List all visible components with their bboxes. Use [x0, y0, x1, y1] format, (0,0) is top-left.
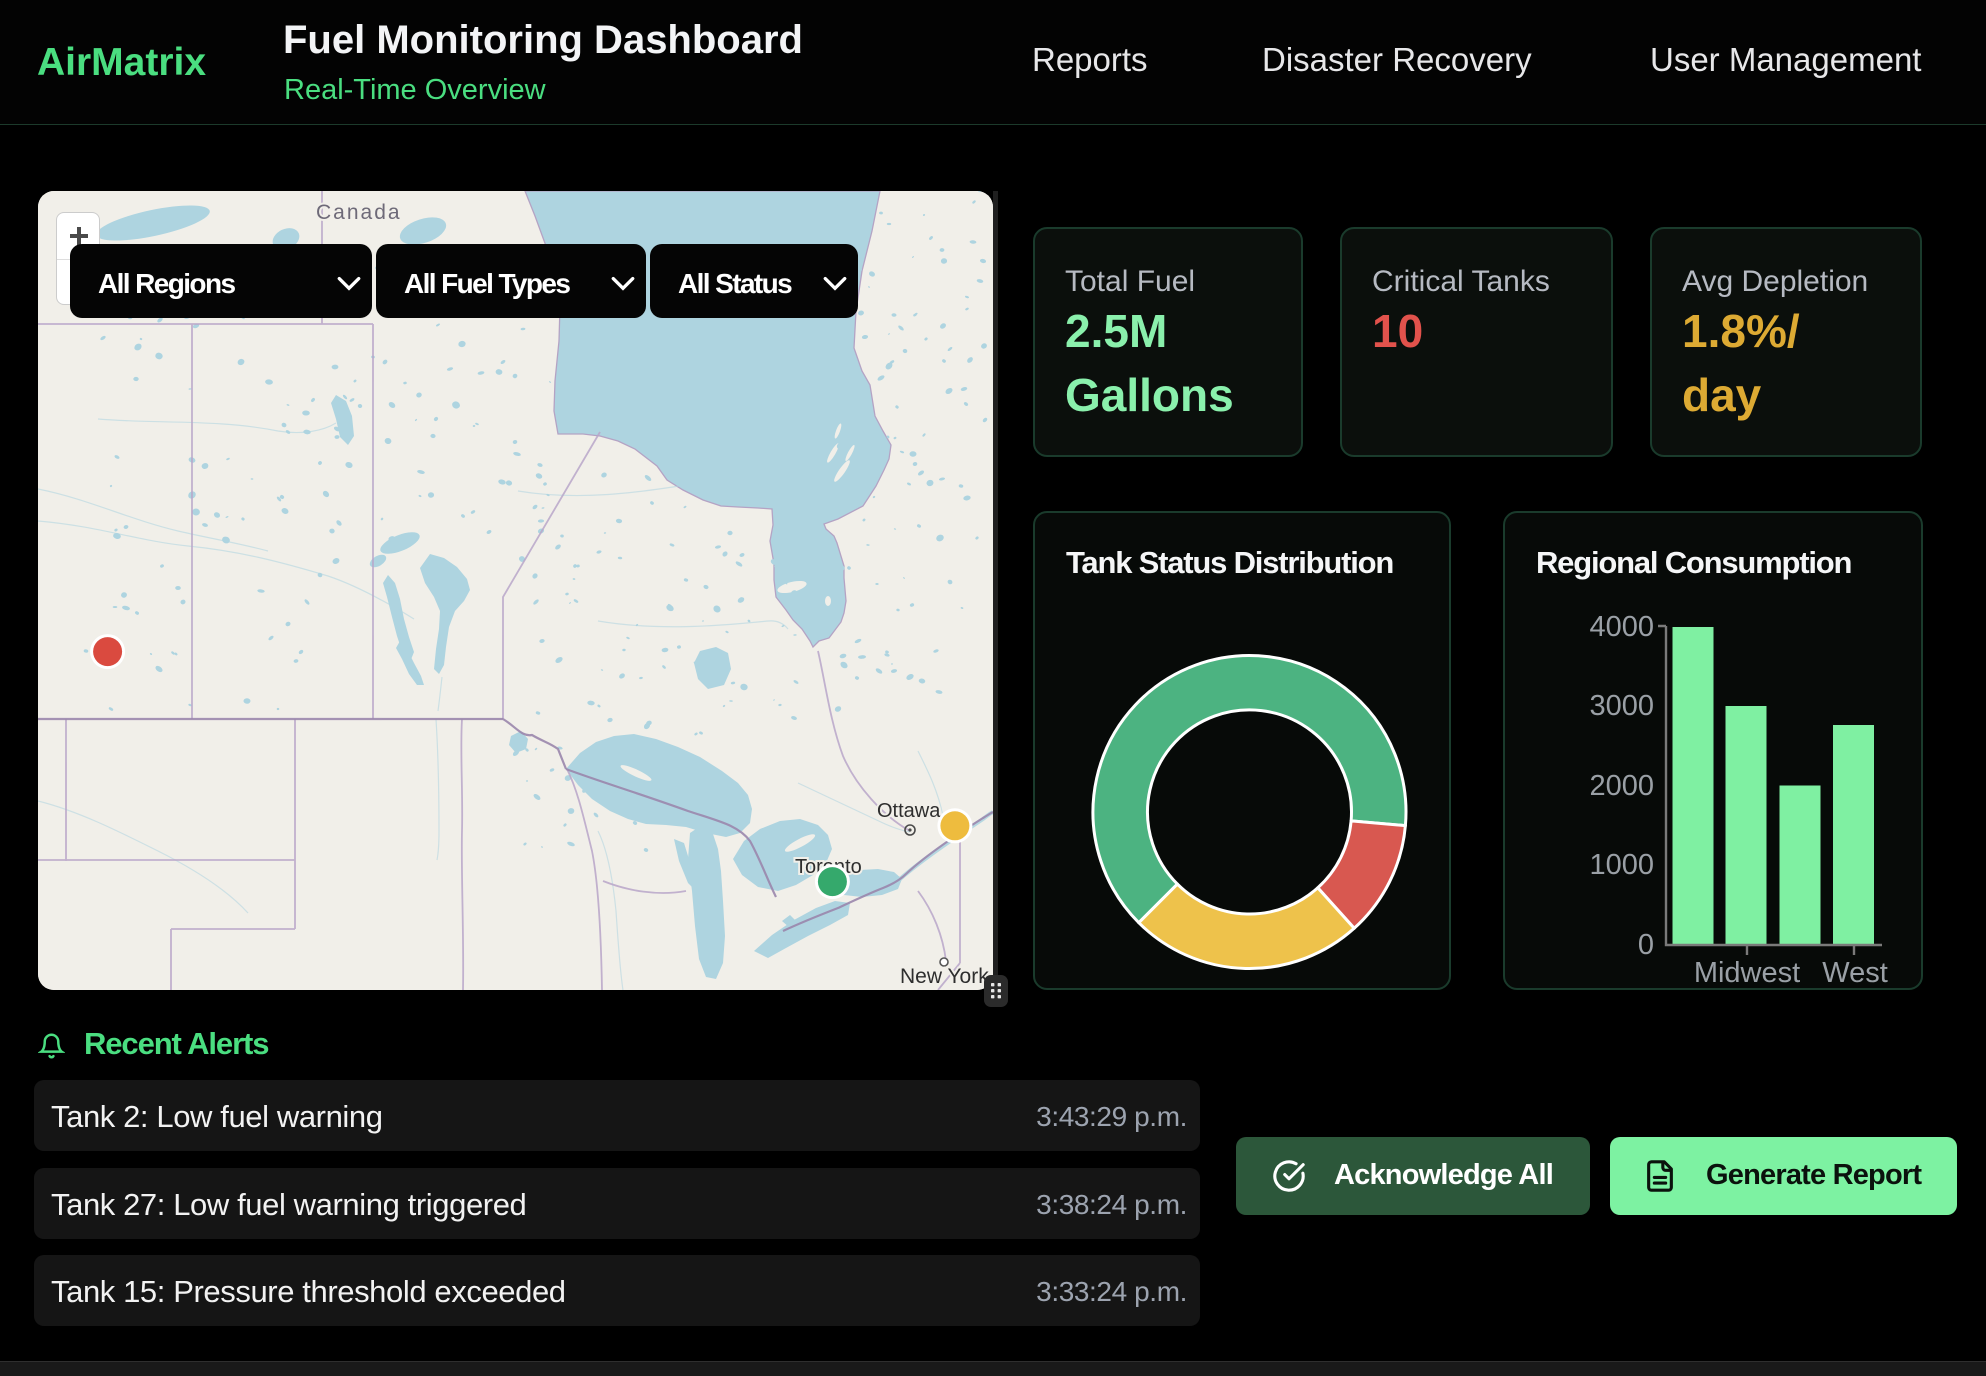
svg-text:Ottawa: Ottawa — [877, 800, 941, 822]
svg-text:1000: 1000 — [1589, 849, 1654, 881]
svg-text:3000: 3000 — [1589, 690, 1654, 722]
svg-text:Canada: Canada — [316, 201, 402, 224]
svg-text:0: 0 — [1638, 929, 1654, 961]
svg-text:New York: New York — [900, 965, 989, 988]
svg-text:West: West — [1822, 957, 1888, 989]
svg-text:4000: 4000 — [1589, 611, 1654, 643]
svg-text:Midwest: Midwest — [1694, 957, 1800, 989]
svg-text:2000: 2000 — [1589, 770, 1654, 802]
